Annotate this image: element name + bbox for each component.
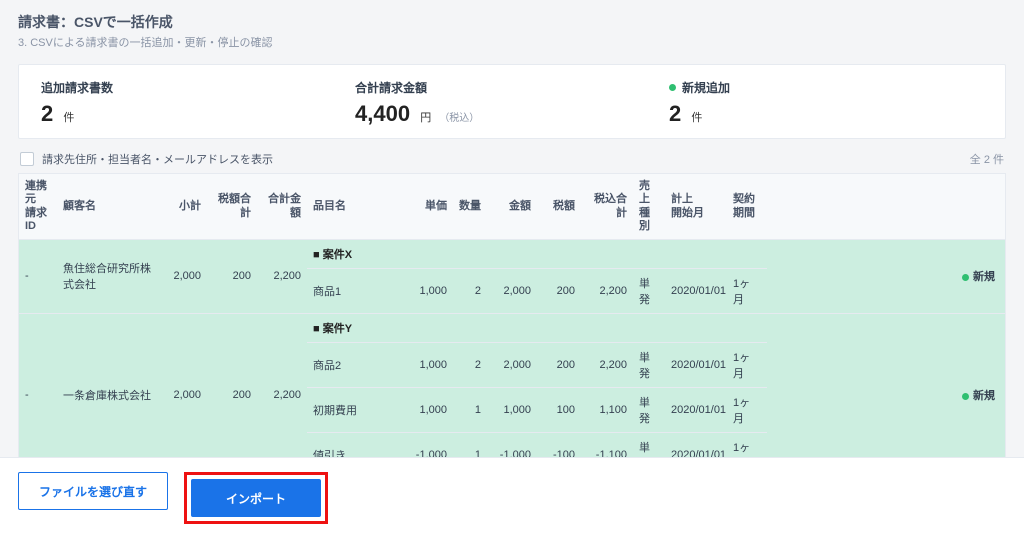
- th-item-name: 品目名: [307, 174, 407, 239]
- cell: 初期費用: [307, 387, 407, 432]
- th-term: 契約 期間: [727, 174, 767, 239]
- cell: 1,000: [407, 387, 453, 432]
- summary-count-value: 2: [41, 101, 53, 126]
- cell: 100: [537, 387, 581, 432]
- th-qty: 数量: [453, 174, 487, 239]
- checkbox-icon: [20, 152, 34, 166]
- cell: 2: [453, 268, 487, 313]
- cell: 2,200: [581, 342, 633, 387]
- status-dot-icon: [962, 393, 969, 400]
- show-address-checkbox[interactable]: 請求先住所・担当者名・メールアドレスを表示: [20, 151, 273, 167]
- cell: 1,000: [487, 387, 537, 432]
- th-grand-total: 合計金額: [257, 174, 307, 239]
- cell: 2,200: [257, 313, 307, 477]
- cell: 2,200: [581, 268, 633, 313]
- summary-amount-value: 4,400: [355, 101, 410, 126]
- th-subtotal: 小計: [157, 174, 207, 239]
- summary-new-value: 2: [669, 101, 681, 126]
- cell: 魚住総合研究所株式会社: [57, 239, 157, 313]
- cell: 1,000: [407, 268, 453, 313]
- cell: 1,000: [407, 342, 453, 387]
- th-tax-incl: 税込合計: [581, 174, 633, 239]
- summary-amount-tax-note: （税込）: [439, 113, 479, 124]
- cell: 2020/01/01: [665, 342, 727, 387]
- cell: 商品1: [307, 268, 407, 313]
- cell: 1ヶ月: [727, 268, 767, 313]
- cell: 単発: [633, 387, 665, 432]
- cell: 1ヶ月: [727, 342, 767, 387]
- cell: 1ヶ月: [727, 387, 767, 432]
- summary-count-label: 追加請求書数: [41, 79, 355, 96]
- cell: 1: [453, 387, 487, 432]
- record-counter: 全 2 件: [970, 151, 1004, 167]
- table-row: -一条倉庫株式会社2,0002002,200■ 案件Y新規: [19, 313, 1005, 342]
- cell: 1,100: [581, 387, 633, 432]
- reselect-file-button[interactable]: ファイルを選び直す: [18, 472, 168, 510]
- cell: 200: [537, 342, 581, 387]
- cell: 2,000: [487, 268, 537, 313]
- table-row: -魚住総合研究所株式会社2,0002002,200■ 案件X新規: [19, 239, 1005, 268]
- cell: 単発: [633, 342, 665, 387]
- status-dot-icon: [962, 274, 969, 281]
- import-button[interactable]: インポート: [191, 479, 321, 517]
- summary-card: 追加請求書数 2 件 合計請求金額 4,400 円 （税込） 新規追加 2 件: [18, 64, 1006, 139]
- summary-new-unit: 件: [691, 112, 702, 124]
- invoice-table: 連携元 請求ID 顧客名 小計 税額合計 合計金額 品目名 単価 数量 金額 税…: [19, 174, 1005, 478]
- summary-count-unit: 件: [63, 112, 74, 124]
- page-subtitle: 3. CSVによる請求書の一括追加・更新・停止の確認: [18, 34, 1006, 50]
- status-dot-icon: [669, 84, 676, 91]
- cell: 2020/01/01: [665, 268, 727, 313]
- cell: -: [19, 239, 57, 313]
- th-link-id: 連携元 請求ID: [19, 174, 57, 239]
- cell: 200: [537, 268, 581, 313]
- cell: 商品2: [307, 342, 407, 387]
- import-highlight: インポート: [184, 472, 328, 524]
- summary-new-label: 新規追加: [682, 79, 730, 96]
- cell: 一条倉庫株式会社: [57, 313, 157, 477]
- item-header: ■ 案件Y: [307, 313, 767, 342]
- cell: 2,000: [487, 342, 537, 387]
- summary-amount-label: 合計請求金額: [355, 79, 669, 96]
- th-unit-price: 単価: [407, 174, 453, 239]
- th-start-month: 計上 開始月: [665, 174, 727, 239]
- summary-amount-unit: 円: [420, 112, 431, 124]
- cell: 2020/01/01: [665, 387, 727, 432]
- th-amount: 金額: [487, 174, 537, 239]
- th-tax: 税額: [537, 174, 581, 239]
- cell: -: [19, 313, 57, 477]
- cell: 200: [207, 313, 257, 477]
- cell: 200: [207, 239, 257, 313]
- page-title: 請求書：CSVで一括作成: [18, 12, 1006, 32]
- cell: 2: [453, 342, 487, 387]
- cell: 2,000: [157, 239, 207, 313]
- th-sales-type: 売上 種別: [633, 174, 665, 239]
- th-tax-total: 税額合計: [207, 174, 257, 239]
- item-header: ■ 案件X: [307, 239, 767, 268]
- status-badge: 新規: [949, 313, 1005, 477]
- show-address-label: 請求先住所・担当者名・メールアドレスを表示: [42, 151, 273, 167]
- cell: 2,200: [257, 239, 307, 313]
- th-customer: 顧客名: [57, 174, 157, 239]
- status-badge: 新規: [949, 239, 1005, 313]
- cell: 単発: [633, 268, 665, 313]
- cell: 2,000: [157, 313, 207, 477]
